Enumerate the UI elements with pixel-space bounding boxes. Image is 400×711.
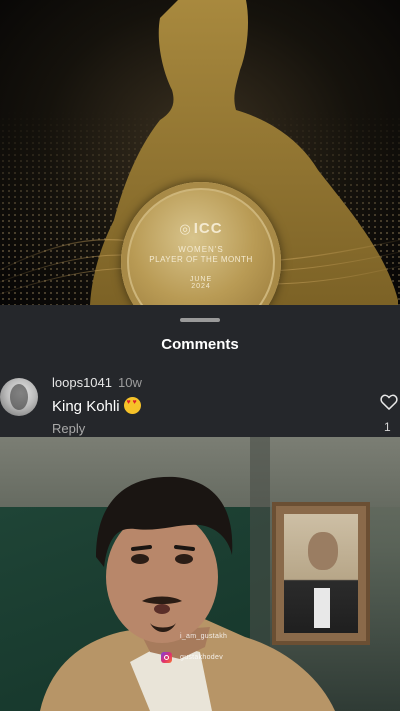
- comment-username[interactable]: loops1041: [52, 375, 112, 390]
- like-count: 1: [384, 420, 391, 434]
- award-poster-image: ◎ ICC WOMEN'S PLAYER OF THE MONTH JUNE 20…: [0, 0, 400, 305]
- watermark-username: i_am_gustakh: [180, 633, 228, 640]
- icc-logo: ◎ ICC: [179, 220, 223, 237]
- award-line-2: PLAYER OF THE MONTH: [149, 255, 253, 264]
- heart-eyes-emoji-icon: [123, 397, 141, 414]
- icc-swirl-icon: ◎: [179, 221, 192, 236]
- comments-sheet: Comments loops1041 10w King Kohli Reply …: [0, 305, 400, 437]
- instagram-icon: [161, 652, 172, 663]
- reply-button[interactable]: Reply: [52, 421, 85, 436]
- actor-figure: [40, 476, 335, 711]
- comment-text: King Kohli: [52, 397, 141, 415]
- comment-body: King Kohli: [52, 398, 120, 415]
- heart-outline-icon[interactable]: [379, 392, 399, 412]
- award-line-1: WOMEN'S: [178, 245, 224, 254]
- award-year: 2024: [191, 283, 211, 290]
- sheet-drag-handle[interactable]: [180, 318, 220, 322]
- comment-timestamp: 10w: [118, 375, 142, 390]
- avatar[interactable]: [0, 378, 38, 416]
- comment-item: loops1041 10w King Kohli Reply 1: [0, 372, 400, 437]
- video-frame[interactable]: i_am_gustakh gustakhodev: [0, 437, 400, 711]
- watermark-instagram-handle: gustakhodev: [180, 654, 223, 661]
- award-month: JUNE: [189, 276, 213, 283]
- comments-title: Comments: [161, 336, 239, 353]
